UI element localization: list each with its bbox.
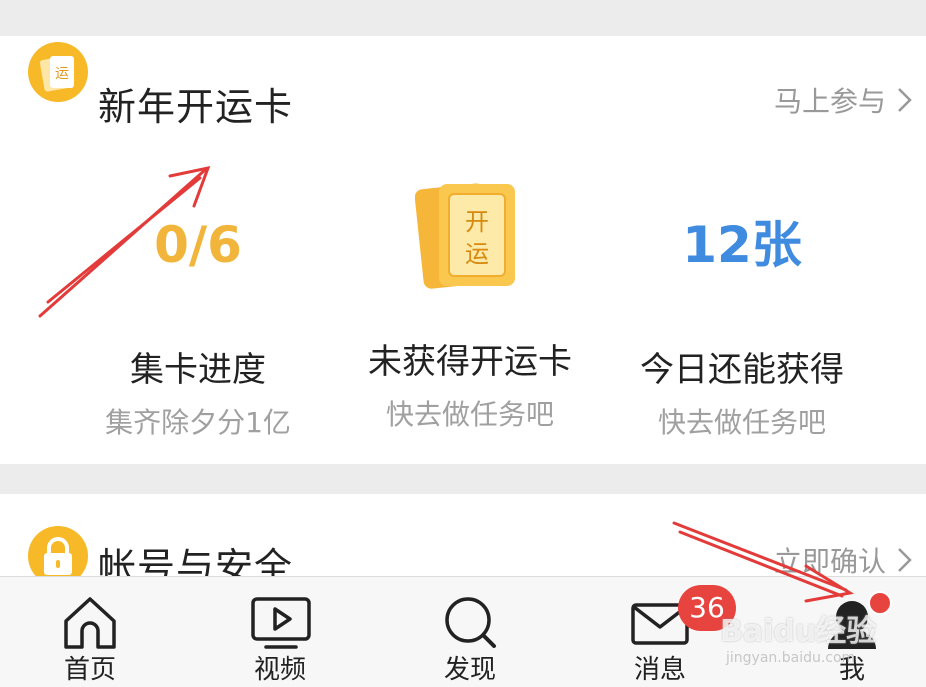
tab-home[interactable]: 首页	[30, 577, 150, 687]
fortune-card-illustration: 开 运	[414, 180, 525, 292]
join-now-label: 马上参与	[773, 85, 886, 118]
confirm-now-link[interactable]: 立即确认	[774, 540, 916, 580]
watermark-text: Baidu经验	[720, 614, 877, 649]
remaining-subtext: 快去做任务吧	[657, 406, 826, 439]
stat-collection-progress[interactable]: 0/6 集卡进度 集齐除夕分1亿	[48, 210, 348, 441]
remaining-label: 今日还能获得	[640, 350, 844, 390]
home-icon	[64, 597, 116, 649]
stat-fortune-card[interactable]: 开 运 未获得开运卡 快去做任务吧	[320, 180, 620, 433]
tab-video-label: 视频	[253, 655, 306, 685]
join-now-link[interactable]: 马上参与	[774, 80, 916, 120]
search-icon	[445, 597, 496, 648]
tab-messages-label: 消息	[633, 655, 686, 685]
progress-value: 0/6	[154, 216, 242, 274]
tab-video[interactable]: 视频	[220, 577, 340, 687]
fortune-card-icon: 运	[28, 42, 88, 102]
remaining-value: 12张	[682, 216, 802, 274]
illustration-text-top: 开	[465, 208, 489, 236]
watermark: Baidu经验 jingyan.baidu.com	[720, 606, 910, 666]
watermark-url: jingyan.baidu.com	[726, 650, 856, 666]
chevron-right-icon	[898, 88, 912, 112]
card-status-subtext: 快去做任务吧	[385, 398, 554, 431]
tab-discover-label: 发现	[443, 655, 496, 685]
fortune-card-title: 新年开运卡	[98, 85, 294, 129]
stat-remaining-today[interactable]: 12张 今日还能获得 快去做任务吧	[592, 210, 892, 441]
tab-discover[interactable]: 发现	[410, 577, 530, 687]
fortune-icon-text: 运	[55, 66, 69, 82]
progress-label: 集卡进度	[130, 350, 266, 390]
video-icon	[251, 597, 311, 649]
card-status-label: 未获得开运卡	[368, 342, 572, 382]
progress-subtext: 集齐除夕分1亿	[105, 406, 291, 439]
confirm-now-label: 立即确认	[773, 545, 886, 578]
illustration-text-bottom: 运	[465, 240, 489, 268]
chevron-right-icon	[898, 548, 912, 572]
tab-home-label: 首页	[63, 655, 116, 685]
tab-messages[interactable]: 36 消息	[600, 577, 736, 687]
